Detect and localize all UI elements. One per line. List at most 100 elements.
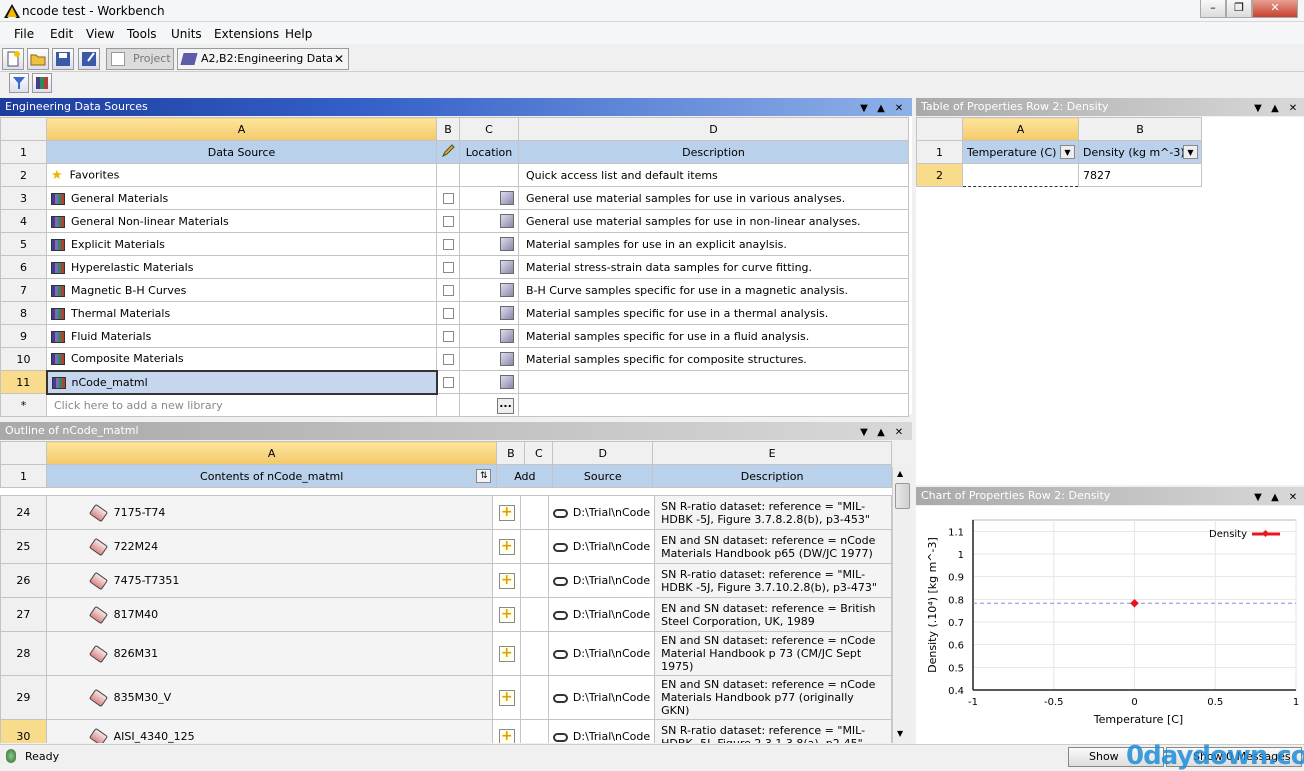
- minimize-button[interactable]: –: [1200, 0, 1226, 18]
- material-row[interactable]: 30 AISI_4340_125 + D:\Trial\nCode SN R-ratio…: [0, 719, 892, 743]
- add-cell[interactable]: +: [492, 675, 522, 720]
- edit-checkbox-cell[interactable]: [436, 347, 460, 371]
- add-cell[interactable]: +: [492, 495, 522, 530]
- location-cell[interactable]: [459, 370, 519, 394]
- col-header-b[interactable]: B: [436, 117, 460, 141]
- col-header-e[interactable]: E: [652, 441, 892, 465]
- material-name-cell[interactable]: 817M40: [45, 597, 494, 632]
- browse-cell[interactable]: ...: [459, 393, 519, 417]
- col-header-a[interactable]: A: [46, 117, 437, 141]
- col-header-b[interactable]: B: [496, 441, 526, 465]
- edit-checkbox[interactable]: [442, 377, 454, 388]
- add-plus-icon[interactable]: +: [498, 606, 515, 623]
- restore-button[interactable]: ❐: [1226, 0, 1252, 18]
- material-row[interactable]: 29 835M30_V + D:\Trial\nCode EN and SN datas…: [0, 675, 892, 720]
- menu-help[interactable]: Help: [285, 27, 312, 41]
- material-row[interactable]: 24 7175-T74 + D:\Trial\nCode SN R-ratio data…: [0, 495, 892, 530]
- dropdown-icon[interactable]: ▼: [858, 100, 870, 118]
- browse-location-icon[interactable]: [500, 283, 514, 297]
- add-cell[interactable]: +: [492, 563, 522, 598]
- edit-checkbox-cell[interactable]: [436, 301, 460, 325]
- source-name-cell[interactable]: nCode_matml: [45, 369, 438, 395]
- menu-edit[interactable]: Edit: [50, 27, 73, 41]
- source-name-cell[interactable]: Magnetic B-H Curves: [46, 278, 437, 302]
- source-name-cell[interactable]: General Materials: [46, 186, 437, 210]
- library-icon[interactable]: [32, 73, 52, 93]
- temperature-header[interactable]: Temperature (C) ▼: [962, 140, 1079, 164]
- source-name-cell[interactable]: Explicit Materials: [46, 232, 437, 256]
- col-header-c[interactable]: C: [459, 117, 519, 141]
- open-icon[interactable]: [27, 48, 49, 70]
- edit-checkbox-cell[interactable]: [436, 209, 460, 233]
- col-header-b[interactable]: B: [1078, 117, 1202, 141]
- new-icon[interactable]: [2, 48, 24, 70]
- source-row[interactable]: 2 ★ Favorites Quick access list and default…: [0, 163, 909, 187]
- location-cell[interactable]: [459, 324, 519, 348]
- browse-location-icon[interactable]: [500, 237, 514, 251]
- edit-checkbox[interactable]: [442, 239, 454, 250]
- material-row[interactable]: 25 722M24 + D:\Trial\nCode EN and SN dataset…: [0, 529, 892, 564]
- source-row[interactable]: 10 Composite Materials Material samples sp…: [0, 347, 909, 371]
- add-plus-icon[interactable]: +: [498, 689, 515, 706]
- material-row[interactable]: 28 826M31 + D:\Trial\nCode EN and SN dataset…: [0, 631, 892, 676]
- source-row[interactable]: 9 Fluid Materials Material samples specifi…: [0, 324, 909, 348]
- browse-location-icon[interactable]: [500, 214, 514, 228]
- browse-location-icon[interactable]: [500, 191, 514, 205]
- source-name-cell[interactable]: ★ Favorites: [46, 163, 437, 187]
- col-header-c[interactable]: C: [524, 441, 554, 465]
- menu-file[interactable]: File: [14, 27, 34, 41]
- location-cell[interactable]: [459, 186, 519, 210]
- material-name-cell[interactable]: 835M30_V: [45, 675, 494, 720]
- panel-close-icon[interactable]: ✕: [893, 424, 905, 442]
- add-plus-icon[interactable]: +: [498, 504, 515, 521]
- location-cell[interactable]: [459, 255, 519, 279]
- location-cell[interactable]: [459, 209, 519, 233]
- add-plus-icon[interactable]: +: [498, 728, 515, 743]
- menu-tools[interactable]: Tools: [127, 27, 157, 41]
- add-library-cell[interactable]: Click here to add a new library: [46, 393, 437, 417]
- edit-checkbox[interactable]: [442, 331, 454, 342]
- browse-location-icon[interactable]: [500, 375, 514, 389]
- source-name-cell[interactable]: Thermal Materials: [46, 301, 437, 325]
- material-row[interactable]: 27 817M40 + D:\Trial\nCode EN and SN dataset…: [0, 597, 892, 632]
- add-cell[interactable]: +: [492, 529, 522, 564]
- edit-checkbox-cell[interactable]: [436, 163, 460, 187]
- source-row[interactable]: 3 General Materials General use material s…: [0, 186, 909, 210]
- material-name-cell[interactable]: 7475-T7351: [45, 563, 494, 598]
- add-library-row[interactable]: * Click here to add a new library...: [0, 393, 909, 417]
- location-cell[interactable]: [459, 347, 519, 371]
- dropdown-icon[interactable]: ▼: [1252, 100, 1264, 118]
- outline-scrollbar[interactable]: ▲ ▼: [892, 467, 912, 743]
- location-cell[interactable]: [459, 301, 519, 325]
- add-plus-icon[interactable]: +: [498, 538, 515, 555]
- col-header-d[interactable]: D: [518, 117, 909, 141]
- edit-checkbox[interactable]: [442, 216, 454, 227]
- scroll-up-icon[interactable]: ▲: [897, 469, 903, 478]
- source-name-cell[interactable]: Fluid Materials: [46, 324, 437, 348]
- source-row[interactable]: 11 nCode_matml: [0, 369, 909, 395]
- pin-icon[interactable]: ▲: [875, 100, 887, 118]
- source-name-cell[interactable]: Composite Materials: [46, 347, 437, 371]
- add-cell[interactable]: +: [492, 719, 522, 743]
- edit-checkbox-cell[interactable]: [436, 370, 460, 394]
- panel-close-icon[interactable]: ✕: [1287, 100, 1299, 118]
- location-cell[interactable]: [459, 278, 519, 302]
- source-row[interactable]: 6 Hyperelastic Materials Material stress-s…: [0, 255, 909, 279]
- material-row[interactable]: 26 7475-T7351 + D:\Trial\nCode SN R-ratio da…: [0, 563, 892, 598]
- browse-location-icon[interactable]: [500, 306, 514, 320]
- col-header-d[interactable]: D: [552, 441, 654, 465]
- save-icon[interactable]: [52, 48, 74, 70]
- material-name-cell[interactable]: 826M31: [45, 631, 494, 676]
- tab-engineering-data[interactable]: A2,B2:Engineering Data ✕: [177, 48, 349, 70]
- edit-checkbox[interactable]: [442, 354, 454, 365]
- source-row[interactable]: 4 General Non-linear Materials General use…: [0, 209, 909, 233]
- dropdown-icon[interactable]: ▼: [858, 424, 870, 442]
- material-name-cell[interactable]: AISI_4340_125: [45, 719, 494, 743]
- pin-icon[interactable]: ▲: [1269, 489, 1281, 507]
- density-cell[interactable]: 7827: [1078, 163, 1202, 187]
- location-cell[interactable]: [459, 163, 519, 187]
- col-header-a[interactable]: A: [962, 117, 1079, 141]
- source-name-cell[interactable]: General Non-linear Materials: [46, 209, 437, 233]
- source-row[interactable]: 5 Explicit Materials Material samples for …: [0, 232, 909, 256]
- col-header-a[interactable]: A: [45, 441, 498, 465]
